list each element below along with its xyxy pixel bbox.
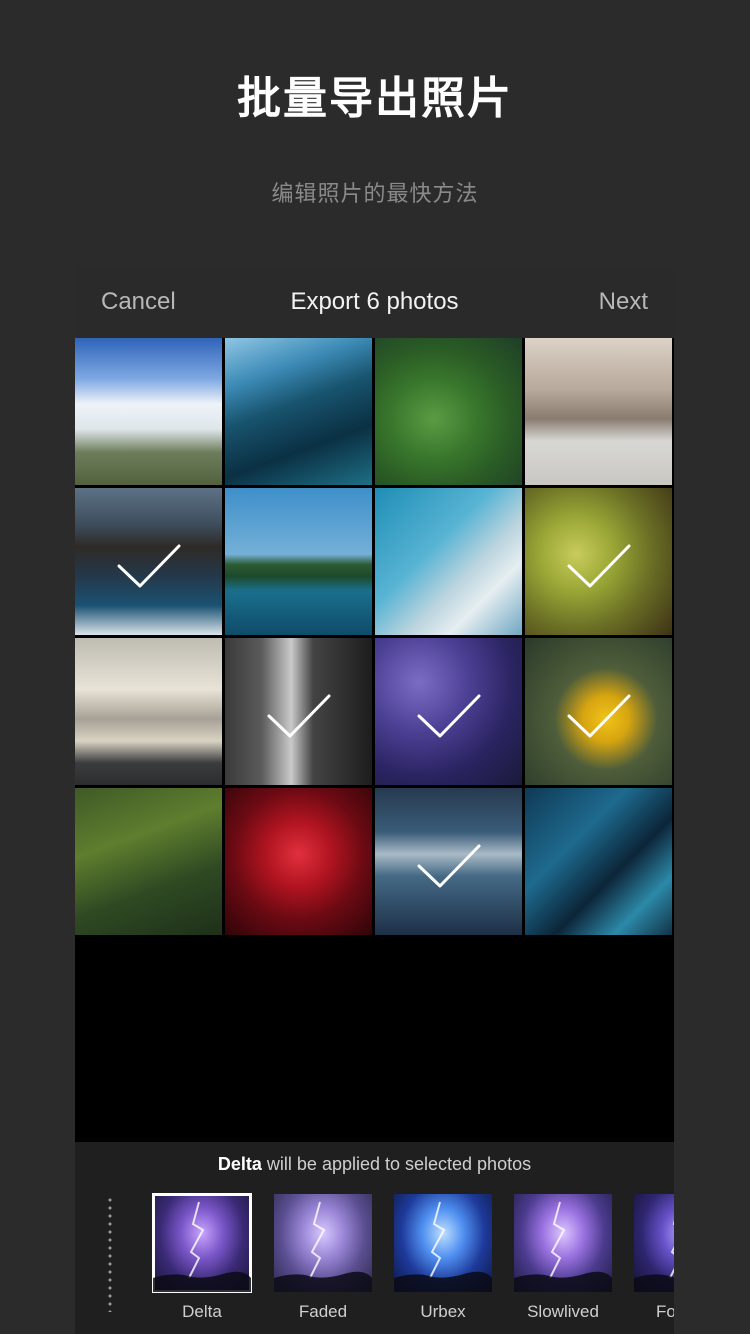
- filter-faded[interactable]: Faded: [274, 1194, 372, 1322]
- cancel-button[interactable]: Cancel: [101, 288, 176, 316]
- filter-thumbnail: [274, 1194, 372, 1292]
- filter-slowlived[interactable]: Slowlived: [514, 1194, 612, 1322]
- filter-label: Urbex: [420, 1302, 466, 1321]
- checkmark-icon: [567, 694, 631, 738]
- photo-tile[interactable]: [225, 788, 372, 935]
- filter-thumbnail: [394, 1194, 492, 1292]
- nav-bar: Cancel Export 6 photos Next: [75, 266, 674, 338]
- checkmark-icon: [417, 694, 481, 738]
- photo-tile[interactable]: [225, 638, 372, 785]
- lightning-icon: [394, 1201, 492, 1292]
- filter-thumbnail: [152, 1193, 252, 1293]
- filter-label: Faded: [298, 1302, 348, 1321]
- checkmark-icon: [117, 544, 181, 588]
- applied-filter-name: Delta: [217, 1154, 262, 1174]
- lightning-icon: [514, 1201, 612, 1292]
- photo-tile[interactable]: [375, 788, 522, 935]
- photo-tile[interactable]: [525, 488, 672, 635]
- checkmark-icon: [567, 544, 631, 588]
- filter-label: Slowlived: [527, 1302, 599, 1321]
- photo-tile[interactable]: [375, 638, 522, 785]
- filter-label: Fo: [656, 1302, 674, 1321]
- hero-title: 批量导出照片: [237, 73, 513, 124]
- photo-tile[interactable]: [525, 338, 672, 485]
- photo-tile[interactable]: [375, 338, 522, 485]
- photo-tile[interactable]: [525, 638, 672, 785]
- lightning-icon: [634, 1220, 674, 1292]
- applied-message: Delta will be applied to selected photos: [75, 1154, 674, 1175]
- photo-tile[interactable]: [75, 488, 222, 635]
- filter-partial[interactable]: Fo: [634, 1194, 674, 1322]
- photo-tile[interactable]: [525, 788, 672, 935]
- photo-tile[interactable]: [75, 638, 222, 785]
- photo-tile[interactable]: [225, 338, 372, 485]
- photo-tile[interactable]: [375, 488, 522, 635]
- lightning-icon: [153, 1201, 251, 1292]
- checkmark-icon: [267, 694, 331, 738]
- checkmark-icon: [417, 844, 481, 888]
- photo-tile[interactable]: [75, 788, 222, 935]
- hero-subtitle: 编辑照片的最快方法: [271, 182, 479, 207]
- lightning-icon: [274, 1201, 372, 1292]
- drag-handle-icon[interactable]: [108, 1196, 112, 1312]
- filter-thumbnail: [514, 1194, 612, 1292]
- filter-panel: Delta will be applied to selected photos…: [75, 1142, 674, 1334]
- photo-tile[interactable]: [225, 488, 372, 635]
- next-button[interactable]: Next: [599, 288, 648, 316]
- filter-urbex[interactable]: Urbex: [394, 1194, 492, 1322]
- photo-grid: [75, 338, 674, 935]
- filter-thumbnail: [634, 1194, 674, 1292]
- phone-screen: Cancel Export 6 photos Next Delta will b…: [75, 266, 674, 1334]
- photo-tile[interactable]: [75, 338, 222, 485]
- applied-suffix: will be applied to selected photos: [266, 1154, 532, 1174]
- filter-delta[interactable]: Delta: [152, 1193, 252, 1322]
- filter-label: Delta: [182, 1302, 222, 1321]
